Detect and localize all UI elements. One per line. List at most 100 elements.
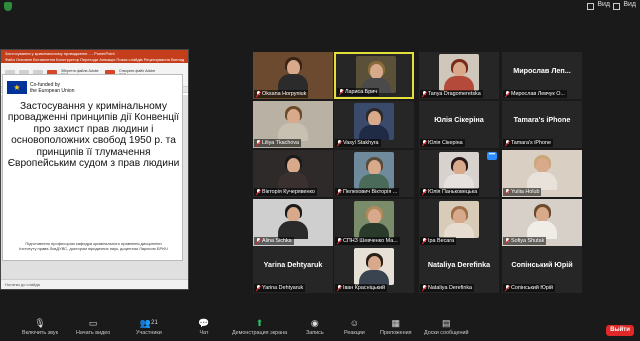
view-menu-button[interactable]: Вид	[623, 1, 636, 8]
participant-name: Іван Красніцький	[343, 285, 386, 291]
participant-name: Юлія Паньковецька	[428, 189, 478, 195]
muted-mic-icon	[337, 285, 342, 291]
gallery-view-icon[interactable]	[587, 3, 594, 10]
participant-tile[interactable]: Liliya Tkachova	[253, 101, 333, 148]
participant-body	[359, 223, 389, 238]
participant-face	[452, 209, 466, 224]
participant-face	[286, 60, 300, 75]
participant-name-placeholder: Мирослав Леп...	[513, 66, 571, 75]
participant-tile[interactable]: Пелехович Вікторія ...	[334, 150, 414, 197]
participant-face	[286, 109, 300, 124]
reactions-button[interactable]: ☺ Реакции	[344, 318, 365, 336]
participant-name: Alina Sichka	[262, 238, 292, 244]
participant-tile[interactable]: Сопінський Юрій Сопінський Юрій	[502, 246, 582, 293]
participant-tile[interactable]: Oksana Horpyniuk	[253, 52, 333, 99]
participant-label: Іра Весага	[420, 237, 457, 245]
participant-name: Liliya Tkachova	[262, 140, 300, 146]
participant-tile[interactable]: Tanya Dragomeretska	[419, 52, 499, 99]
participant-name: Tamara's iPhone	[511, 140, 551, 146]
participant-name: Лариса Брич	[345, 89, 378, 95]
view-button[interactable]: Вид	[597, 1, 610, 8]
participant-body	[444, 174, 474, 189]
participant-tile[interactable]: Yuliia Holub	[502, 150, 582, 197]
participant-name: Yuliia Holub	[511, 189, 540, 195]
participant-name-placeholder: Tamara's iPhone	[513, 115, 571, 124]
participant-name: Сопінський Юрій	[511, 285, 554, 291]
participant-tile[interactable]: Іра Весага	[419, 199, 499, 246]
participant-label: Sofiya Shutak	[503, 237, 547, 245]
participant-face	[286, 158, 300, 173]
participant-label: Іван Красніцький	[335, 284, 388, 292]
participant-face	[535, 207, 549, 222]
muted-mic-icon	[422, 285, 427, 291]
muted-mic-icon	[505, 140, 510, 146]
record-icon: ◉	[310, 317, 319, 328]
participant-tile[interactable]: ••• Юлія Паньковецька	[419, 150, 499, 197]
chat-button[interactable]: 💬 Чат	[198, 318, 210, 337]
eu-flag-icon: ★	[7, 81, 27, 94]
participant-body	[444, 76, 474, 91]
participant-video	[439, 152, 479, 189]
slide-subtitle: Підготовлено професором кафедри кримінал…	[19, 241, 168, 251]
participant-tile[interactable]: Sofiya Shutak	[502, 199, 582, 246]
participant-label: Liliya Tkachova	[254, 139, 302, 147]
participant-name: Юлія Сікеріна	[428, 140, 463, 146]
muted-mic-icon	[256, 189, 261, 195]
participant-tile[interactable]: Іван Красніцький	[334, 246, 414, 293]
share-screen-icon: ⬆	[255, 317, 264, 328]
participant-tile[interactable]: СПНЗ Шевченко Ма...	[334, 199, 414, 246]
muted-mic-icon	[337, 189, 342, 195]
participant-video	[354, 248, 394, 285]
participant-tile[interactable]: Yarina Dehtyaruk Yarina Dehtyaruk	[253, 246, 333, 293]
participant-name-placeholder: Юлія Сікеріна	[434, 115, 484, 124]
participant-tile[interactable]: Мирослав Леп... Мирослав Левчук О...	[502, 52, 582, 99]
participant-body	[359, 270, 389, 285]
eu-union-text: the European Union	[30, 87, 75, 94]
more-options-icon[interactable]: •••	[487, 152, 497, 160]
participant-name: Yarina Dehtyaruk	[262, 285, 304, 291]
participant-tile[interactable]: Юлія Сікеріна Юлія Сікеріна	[419, 101, 499, 148]
participant-name: Oksana Horpyniuk	[262, 91, 307, 97]
participant-face	[535, 158, 549, 173]
start-video-button[interactable]: ▭ Начать видео	[76, 318, 110, 337]
muted-mic-icon	[422, 189, 427, 195]
participant-label: Сопінський Юрій	[503, 284, 556, 292]
participants-button[interactable]: 👥 21 Участники	[136, 318, 162, 337]
participant-tile[interactable]: Vasyl Stakhyra	[334, 101, 414, 148]
muted-mic-icon	[256, 285, 261, 291]
participant-face	[367, 256, 381, 271]
participant-tile[interactable]: Tamara's iPhone Tamara's iPhone	[502, 101, 582, 148]
whiteboards-button[interactable]: ▤ Доски сообщений	[424, 318, 468, 337]
participant-label: Tanya Dragomeretska	[420, 90, 483, 98]
participant-label: Nataliya Derefinka	[420, 284, 475, 292]
muted-mic-icon	[505, 285, 510, 291]
muted-mic-icon	[422, 140, 427, 146]
unmute-button[interactable]: 🎙 Включить звук	[22, 318, 58, 337]
participant-name: Vasyl Stakhyra	[343, 140, 379, 146]
powerpoint-title-bar: Застосування у кримінальному провадженні…	[1, 50, 188, 57]
participant-tile[interactable]: Nataliya Derefinka Nataliya Derefinka	[419, 246, 499, 293]
participant-name: Tanya Dragomeretska	[428, 91, 481, 97]
share-screen-button[interactable]: ⬆ Демонстрация экрана	[232, 317, 287, 337]
participant-tile[interactable]: Лариса Брич	[334, 52, 414, 99]
fullscreen-icon[interactable]	[613, 3, 620, 10]
record-button[interactable]: ◉ Запись	[306, 317, 324, 337]
slide-heading: Застосування у кримінальному провадженні…	[7, 101, 180, 170]
participant-name: Мирослав Левчук О...	[511, 91, 565, 97]
security-shield-icon[interactable]	[4, 2, 12, 11]
participant-tile[interactable]: Вікторія Кучерявенко	[253, 150, 333, 197]
muted-mic-icon	[256, 91, 261, 97]
participant-label: Лариса Брич	[337, 88, 380, 96]
participant-name: Іра Весага	[428, 238, 455, 244]
participant-body	[444, 223, 474, 238]
muted-mic-icon	[505, 189, 510, 195]
participant-video	[354, 103, 394, 140]
muted-mic-icon	[422, 91, 427, 97]
muted-mic-icon	[505, 91, 510, 97]
participant-tile[interactable]: Alina Sichka	[253, 199, 333, 246]
participant-label: Юлія Паньковецька	[420, 188, 480, 196]
participant-label: Мирослав Левчук О...	[503, 90, 567, 98]
apps-button[interactable]: ▦ Приложения	[380, 318, 412, 337]
participant-video	[354, 152, 394, 189]
leave-button[interactable]: Выйти	[606, 325, 634, 336]
